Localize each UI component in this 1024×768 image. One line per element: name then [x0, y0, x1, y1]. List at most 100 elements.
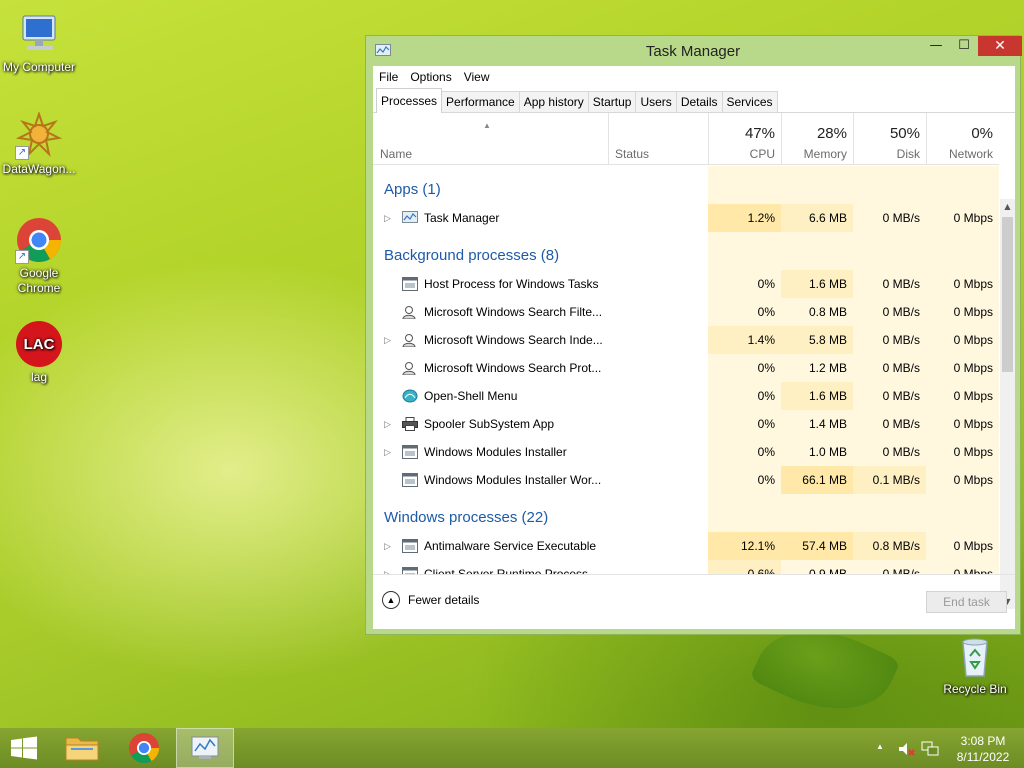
group-cell-disk [853, 494, 926, 532]
tab-app-history[interactable]: App history [518, 91, 589, 112]
cell-mem: 57.4 MB [781, 532, 853, 560]
tab-processes[interactable]: Processes [376, 88, 443, 113]
cell-mem: 1.0 MB [781, 438, 853, 466]
group-cell-cpu [708, 494, 781, 532]
show-hidden-icons-button[interactable]: ▲ [876, 742, 888, 768]
table-row[interactable]: Windows Modules Installer Wor... 0% 66.1 M… [373, 466, 999, 494]
expand-chevron-icon[interactable]: ▷ [384, 326, 391, 354]
start-button[interactable] [0, 728, 48, 768]
cell-disk: 0 MB/s [853, 270, 926, 298]
menu-bar: File Options View [373, 66, 1015, 87]
group-cell-net [926, 494, 999, 532]
expand-chevron-icon[interactable]: ▷ [384, 532, 391, 560]
column-header-status[interactable]: Status [608, 113, 708, 165]
volume-muted-icon[interactable] [897, 741, 915, 757]
taskbar-task-manager[interactable] [176, 728, 234, 768]
taskbar-clock[interactable]: 3:08 PM 8/11/2022 [948, 733, 1018, 768]
cell-disk: 0 MB/s [853, 204, 926, 232]
expand-chevron-icon[interactable]: ▷ [384, 410, 391, 438]
column-header-cpu[interactable]: 47% CPU [708, 113, 781, 165]
column-percent: 50% [889, 125, 920, 142]
menu-file[interactable]: File [379, 70, 398, 84]
taskmgr-icon [191, 736, 219, 759]
cell-mem: 1.4 MB [781, 410, 853, 438]
title-bar[interactable]: Task Manager — ☐ ✕ [366, 36, 1022, 66]
cell-cpu: 0% [708, 354, 781, 382]
column-label: Name [380, 147, 413, 161]
process-name: Open-Shell Menu [424, 389, 518, 403]
scrollbar-thumb[interactable] [1002, 217, 1013, 372]
cell-cpu: 0% [708, 466, 781, 494]
footer-bar: ▲ Fewer details End task [373, 574, 1015, 629]
column-header-disk[interactable]: 50% Disk [853, 113, 926, 165]
table-row[interactable]: Microsoft Windows Search Filte... 0% 0.8 M… [373, 298, 999, 326]
group-cell-mem [781, 494, 853, 532]
table-row[interactable]: ▷ Spooler SubSystem App 0% 1.4 MB 0 MB/s 0 Mb… [373, 410, 999, 438]
table-row[interactable]: Open-Shell Menu 0% 1.6 MB 0 MB/s 0 Mbps [373, 382, 999, 410]
taskbar-chrome[interactable] [118, 728, 170, 768]
table-row[interactable]: Microsoft Windows Search Prot... 0% 1.2 MB… [373, 354, 999, 382]
windows-logo-icon [11, 736, 37, 760]
process-name: Windows Modules Installer [424, 445, 567, 459]
maximize-button[interactable]: ☐ [950, 36, 978, 56]
group-title: Windows processes (22) [384, 509, 549, 526]
chrome-icon [129, 733, 159, 764]
desktop-icon-lag[interactable]: LAC lag [0, 320, 78, 385]
end-task-button[interactable]: End task [926, 591, 1007, 613]
group-cell-cpu [708, 166, 781, 204]
desktop-icon-label: My Computer [2, 60, 76, 74]
cell-mem: 66.1 MB [781, 466, 853, 494]
table-row[interactable]: ▷ Windows Modules Installer 0% 1.0 MB 0 MB/s… [373, 438, 999, 466]
tab-performance[interactable]: Performance [441, 91, 520, 112]
taskbar-file-explorer[interactable] [58, 728, 106, 768]
tab-startup[interactable]: Startup [587, 91, 637, 112]
tab-details[interactable]: Details [675, 91, 723, 112]
sort-up-icon: ▲ [483, 121, 491, 130]
cell-net: 0 Mbps [926, 298, 999, 326]
cell-disk: 0 MB/s [853, 382, 926, 410]
process-name: Task Manager [424, 211, 500, 225]
column-header-network[interactable]: 0% Network [926, 113, 999, 165]
user-search-icon [402, 333, 418, 348]
window-icon [402, 473, 418, 487]
table-row[interactable]: ▷ Task Manager 1.2% 6.6 MB 0 MB/s 0 Mbps [373, 204, 999, 232]
expand-chevron-icon[interactable]: ▷ [384, 438, 391, 466]
desktop-icon-recycle-bin[interactable]: Recycle Bin [936, 632, 1014, 697]
fewer-details-button[interactable]: ▲ Fewer details [382, 591, 479, 609]
table-row[interactable]: ▷ Client Server Runtime Process 0.6% 0.9 MB… [373, 560, 999, 574]
vertical-scrollbar[interactable]: ▲ ▼ [1000, 199, 1015, 609]
lac-badge-text: LAC [24, 336, 55, 353]
scroll-up-arrow-icon[interactable]: ▲ [1000, 199, 1015, 214]
task-manager-window[interactable]: Task Manager — ☐ ✕ File Options View Pro… [365, 35, 1022, 635]
table-row[interactable]: ▷ Microsoft Windows Search Inde... 1.4% 5.8… [373, 326, 999, 354]
cell-cpu: 0% [708, 410, 781, 438]
tab-strip: Processes Performance App history Startu… [373, 87, 1015, 113]
tab-services[interactable]: Services [721, 91, 778, 112]
cell-cpu: 0% [708, 270, 781, 298]
cell-disk: 0.1 MB/s [853, 466, 926, 494]
desktop-icon-label: lag [30, 370, 47, 384]
table-row[interactable]: ▷ Antimalware Service Executable 12.1% 57.4… [373, 532, 999, 560]
expand-chevron-icon[interactable]: ▷ [384, 560, 391, 574]
minimize-button[interactable]: — [922, 36, 950, 56]
tab-users[interactable]: Users [635, 91, 677, 112]
cell-net: 0 Mbps [926, 560, 999, 574]
expand-chevron-icon[interactable]: ▷ [384, 204, 391, 232]
cell-disk: 0 MB/s [853, 326, 926, 354]
column-header-memory[interactable]: 28% Memory [781, 113, 853, 165]
cell-mem: 0.9 MB [781, 560, 853, 574]
cell-cpu: 0% [708, 438, 781, 466]
column-label: Network [948, 147, 993, 161]
menu-view[interactable]: View [464, 70, 490, 84]
menu-options[interactable]: Options [410, 70, 451, 84]
chrome-icon: ↗ [15, 216, 63, 264]
desktop-icon-datawagon[interactable]: ↗ DataWagon... [0, 110, 78, 177]
column-header-name[interactable]: ▲ Name [373, 113, 608, 165]
desktop-icon-my-computer[interactable]: My Computer [0, 10, 78, 75]
group-header: Background processes (8) [373, 232, 999, 270]
desktop-icon-google-chrome[interactable]: ↗ Google Chrome [0, 216, 78, 296]
close-button[interactable]: ✕ [978, 36, 1022, 56]
network-icon[interactable] [921, 741, 939, 757]
table-row[interactable]: Host Process for Windows Tasks 0% 1.6 MB 0 … [373, 270, 999, 298]
process-name: Spooler SubSystem App [424, 417, 555, 431]
